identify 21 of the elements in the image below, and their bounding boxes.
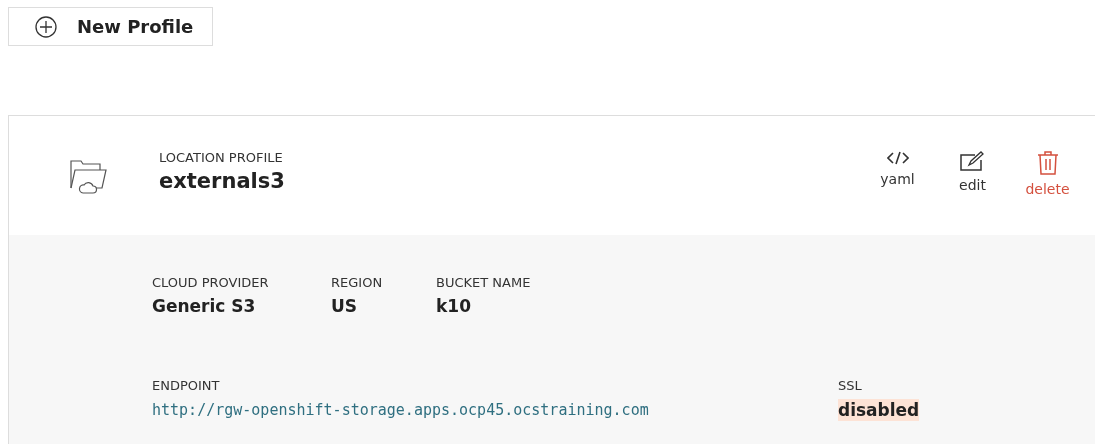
code-icon: [886, 150, 909, 165]
field-value: k10: [436, 296, 472, 316]
edit-button[interactable]: edit: [935, 150, 1010, 197]
field-label: BUCKET NAME: [436, 275, 532, 290]
edit-icon: [959, 150, 986, 171]
delete-button[interactable]: delete: [1010, 150, 1085, 197]
profile-name: externals3: [159, 169, 285, 193]
endpoint-url: http://rgw-openshift-storage.apps.ocp45.ocstraining.com: [152, 401, 650, 419]
field-value: Generic S3: [152, 296, 257, 316]
plus-circle-icon: [35, 15, 57, 38]
folder-cloud-icon: [69, 157, 107, 194]
trash-icon: [1036, 150, 1059, 175]
yaml-button[interactable]: yaml: [860, 150, 935, 197]
field-value: US: [331, 296, 359, 316]
field-label: ENDPOINT: [152, 378, 221, 393]
field-label: REGION: [331, 275, 384, 290]
field-label: CLOUD PROVIDER: [152, 275, 270, 290]
profile-type-label: LOCATION PROFILE: [159, 150, 284, 165]
status-badge: disabled: [838, 399, 920, 421]
new-profile-button[interactable]: New Profile: [8, 7, 213, 46]
field-label: SSL: [838, 378, 863, 393]
